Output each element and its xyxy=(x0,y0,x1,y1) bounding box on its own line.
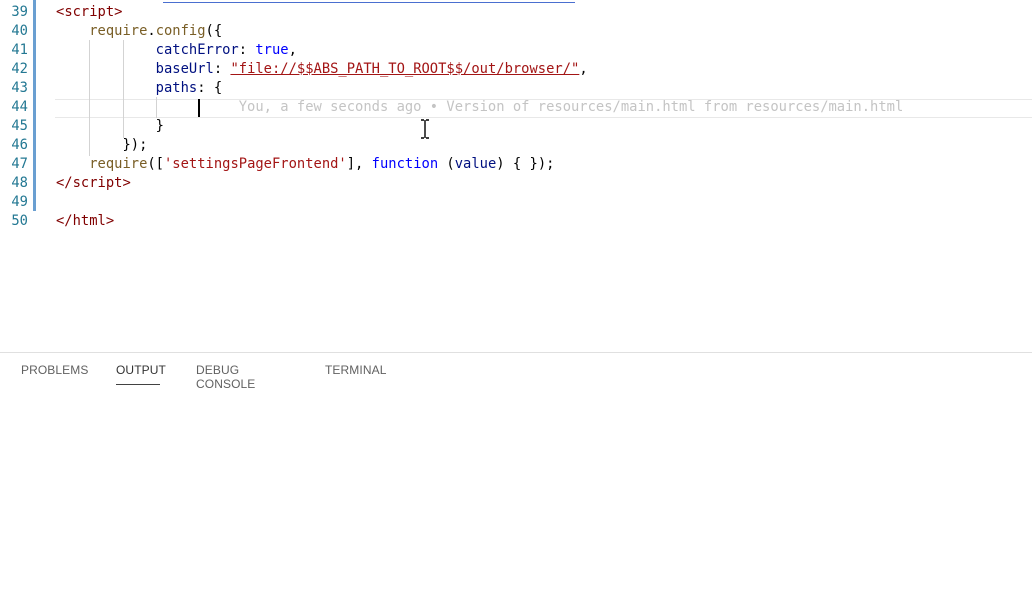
blame-annotation: You, a few seconds ago • Version of reso… xyxy=(56,99,904,115)
active-tab-underline xyxy=(116,384,160,385)
code-text: catchError: true, xyxy=(56,42,297,58)
code-line[interactable]: 39 <script> xyxy=(0,3,1032,22)
line-number: 44 xyxy=(11,99,28,115)
line-number: 48 xyxy=(11,175,28,191)
line-number: 50 xyxy=(11,213,28,229)
code-line[interactable]: 44 You, a few seconds ago • Version of r… xyxy=(0,98,1032,117)
line-number: 47 xyxy=(11,156,28,172)
code-line[interactable]: 46 }); xyxy=(0,136,1032,155)
line-number: 42 xyxy=(11,61,28,77)
code-text: require.config({ xyxy=(56,23,223,39)
code-line[interactable]: 41 catchError: true, xyxy=(0,41,1032,60)
line-number: 49 xyxy=(11,194,28,210)
text-cursor xyxy=(198,99,200,117)
line-number: 45 xyxy=(11,118,28,134)
ibeam-cursor-icon xyxy=(421,119,429,139)
code-text: baseUrl: "file://$$ABS_PATH_TO_ROOT$$/ou… xyxy=(56,61,588,77)
tab-problems[interactable]: PROBLEMS xyxy=(21,363,89,377)
code-text: }); xyxy=(56,137,148,153)
code-text: } xyxy=(56,118,164,134)
line-number: 41 xyxy=(11,42,28,58)
tab-output[interactable]: OUTPUT xyxy=(116,363,166,377)
code-line[interactable]: 49 xyxy=(0,193,1032,212)
code-text: require(['settingsPageFrontend'], functi… xyxy=(56,156,555,172)
line-number: 46 xyxy=(11,137,28,153)
code-text: </html> xyxy=(56,213,115,229)
code-line[interactable]: 50 </html> xyxy=(0,212,1032,231)
code-line[interactable]: 47 require(['settingsPageFrontend'], fun… xyxy=(0,155,1032,174)
line-number: 40 xyxy=(11,23,28,39)
bottom-panel: PROBLEMS OUTPUT DEBUG CONSOLE TERMINAL xyxy=(0,352,1032,602)
code-text: </script> xyxy=(56,175,131,191)
code-line[interactable]: 40 require.config({ xyxy=(0,22,1032,41)
line-number: 43 xyxy=(11,80,28,96)
code-editor[interactable]: 39 <script> 40 require.config({41 catchErr… xyxy=(0,0,1032,352)
output-content[interactable] xyxy=(0,393,1032,602)
code-line[interactable]: 48 </script> xyxy=(0,174,1032,193)
code-text: <script> xyxy=(56,4,123,20)
code-text: paths: { xyxy=(56,80,223,96)
code-line[interactable]: 45 } xyxy=(0,117,1032,136)
code-line[interactable]: 43 paths: { xyxy=(0,79,1032,98)
tab-debug-console[interactable]: DEBUG CONSOLE xyxy=(196,363,255,391)
line-number: 39 xyxy=(11,4,28,20)
code-line[interactable]: 42 baseUrl: "file://$$ABS_PATH_TO_ROOT$$… xyxy=(0,60,1032,79)
tab-terminal[interactable]: TERMINAL xyxy=(325,363,386,377)
